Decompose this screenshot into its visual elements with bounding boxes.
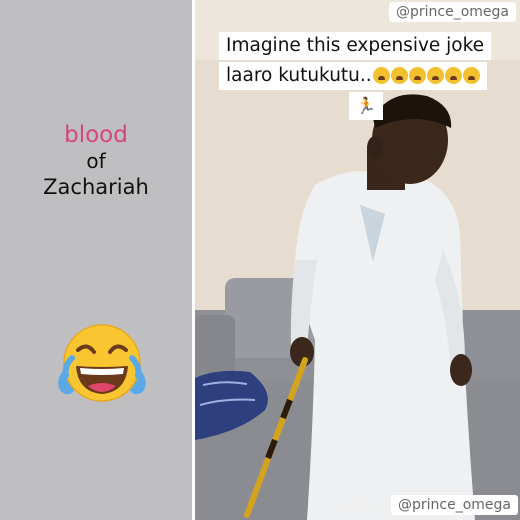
left-panel: blood of Zachariah — [0, 0, 192, 520]
caption-line-2: of — [86, 149, 106, 173]
overlay-line-1: Imagine this expensive joke — [219, 32, 492, 60]
caption-line-3: Zachariah — [43, 175, 149, 199]
handle-bottom[interactable]: @prince_omega — [391, 495, 518, 515]
runner-icon: 🏃 — [349, 92, 383, 120]
tired-face-icon — [462, 67, 480, 84]
handle-top[interactable]: @prince_omega — [389, 2, 516, 22]
overlay-caption: Imagine this expensive joke laaro kutuku… — [219, 32, 492, 120]
caption: blood of Zachariah — [0, 122, 192, 200]
overlay-line-2-text: laaro kutukutu.. — [226, 65, 372, 86]
tired-face-icon — [426, 67, 444, 84]
face-with-tears-of-joy-icon — [58, 324, 146, 402]
tired-face-icon — [390, 67, 408, 84]
robe — [295, 171, 475, 520]
video-frame[interactable]: @prince_omega Imagine this expensive jok… — [195, 0, 520, 520]
overlay-line-2: laaro kutukutu.. — [219, 62, 487, 90]
tired-face-icon — [408, 67, 426, 84]
caption-line-1: blood — [64, 122, 128, 148]
tired-face-icon — [372, 67, 390, 84]
watermark: Kariss m — [337, 496, 391, 510]
tired-face-icon — [444, 67, 462, 84]
